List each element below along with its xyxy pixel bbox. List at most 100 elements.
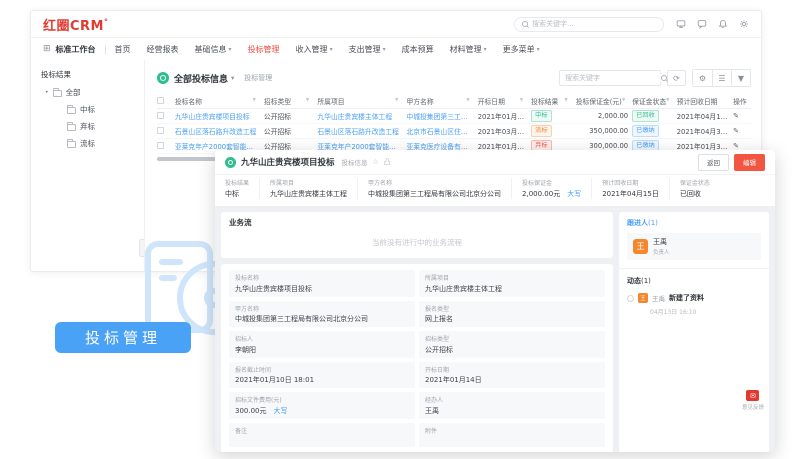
- bell-icon[interactable]: [718, 19, 728, 29]
- column-header-recover-date[interactable]: 预计回收日期: [677, 96, 733, 106]
- project-link[interactable]: 石景山区落石路升改造工程: [317, 126, 406, 136]
- field-value-link[interactable]: 九华山庄贵宾楼主体工程: [270, 189, 347, 199]
- tree-node-won[interactable]: 中标: [41, 104, 144, 115]
- table-row[interactable]: 九华山庄贵宾楼项目投标 公开招标 九华山庄贵宾楼主体工程 中城投集团第三工程局有…: [157, 109, 751, 124]
- followers-title[interactable]: 跟进人(1): [627, 218, 761, 228]
- row-checkbox[interactable]: [157, 112, 175, 121]
- field-value-link[interactable]: 中城投集团第三工程局有限公司北京分公司: [235, 314, 409, 324]
- field-label: 开标日期: [425, 365, 599, 374]
- brand-logo[interactable]: 红圈CRM°: [43, 15, 109, 34]
- chevron-down-icon: ▾: [383, 46, 386, 53]
- uppercase-link[interactable]: 大写: [567, 190, 581, 198]
- column-header-open-date[interactable]: 开标日期 ▼: [478, 96, 531, 106]
- list-search-input[interactable]: [565, 74, 661, 82]
- column-header-party[interactable]: 甲方名称▼: [406, 96, 477, 106]
- edit-button[interactable]: 编辑: [734, 154, 765, 171]
- column-header-bid-name[interactable]: 投标名称▼: [175, 96, 264, 106]
- feedback-widget[interactable]: ✉ 意见反馈: [742, 390, 764, 411]
- project-link[interactable]: 九华山庄贵宾楼主体工程: [317, 111, 406, 121]
- chevron-down-icon[interactable]: ▾: [231, 74, 234, 82]
- menu-item-cost-budget[interactable]: 成本预算: [402, 44, 434, 55]
- global-search[interactable]: [514, 17, 664, 32]
- filter-icon[interactable]: ▼: [520, 98, 528, 103]
- list-title[interactable]: 全部投标信息: [174, 72, 228, 85]
- column-header-project[interactable]: 所属项目▼: [317, 96, 406, 106]
- uppercase-link[interactable]: 大写: [274, 407, 288, 415]
- row-checkbox[interactable]: [157, 127, 175, 136]
- apps-grid-icon[interactable]: ⊞: [43, 44, 51, 54]
- folder-icon: [53, 90, 62, 97]
- filter-icon[interactable]: ▼: [622, 98, 630, 103]
- tree-node-all[interactable]: • 全部: [41, 87, 144, 98]
- message-icon[interactable]: [697, 19, 707, 29]
- menu-item-label: 收入管理: [296, 44, 328, 55]
- global-search-input[interactable]: [532, 20, 642, 28]
- field-value-link[interactable]: 王禹: [425, 406, 599, 416]
- menu-item-label: 支出管理: [349, 44, 381, 55]
- star-icon[interactable]: ☆: [373, 158, 379, 166]
- checkbox-icon: [157, 97, 164, 104]
- table-row[interactable]: 石景山区落石路升改造工程 公开招标 石景山区落石路升改造工程 北京市石景山区住房…: [157, 124, 751, 139]
- back-button[interactable]: 返回: [698, 154, 729, 171]
- filter-icon[interactable]: ▼: [306, 98, 314, 103]
- bid-name-link[interactable]: 石景山区落石路升改造工程: [175, 126, 264, 136]
- row-edit-button[interactable]: ✎: [733, 142, 751, 150]
- folder-icon: [67, 107, 76, 114]
- activity-item[interactable]: 王 王禹 新建了资料: [627, 293, 761, 303]
- list-search[interactable]: [559, 70, 661, 86]
- menu-item-home[interactable]: 首页: [115, 44, 131, 55]
- filter-icon[interactable]: ▼: [252, 98, 260, 103]
- row-edit-button[interactable]: ✎: [733, 127, 751, 135]
- select-all-checkbox[interactable]: [157, 97, 175, 104]
- menu-item-basic-info[interactable]: 基础信息▾: [195, 44, 232, 55]
- workbench-label[interactable]: 标准工作台: [56, 44, 96, 55]
- filter-icon[interactable]: ▼: [395, 98, 403, 103]
- menu-bar: ⊞ 标准工作台 首页 经营报表 基础信息▾ 投标管理 收入管理▾ 支出管理▾ 成…: [31, 38, 761, 60]
- menu-item-label: 更多菜单: [503, 44, 535, 55]
- refresh-icon: ⟳: [673, 74, 680, 83]
- column-header-deposit[interactable]: 投标保证金(元)▼: [576, 96, 632, 106]
- menu-item-reports[interactable]: 经营报表: [147, 44, 179, 55]
- column-header-result[interactable]: 投标结果▼: [531, 96, 576, 106]
- party-link[interactable]: 北京市石景山区住房和城...: [406, 126, 477, 136]
- column-header-deposit-status[interactable]: 保证金状态▼: [632, 96, 677, 106]
- summary-field-result: 投标结果 中标: [225, 178, 259, 199]
- result-badge: 中标: [531, 110, 551, 121]
- detail-title: 九华山庄贵宾楼项目投标: [241, 156, 335, 168]
- filter-icon[interactable]: ▼: [666, 98, 674, 103]
- row-edit-button[interactable]: ✎: [733, 112, 751, 120]
- top-bar: 红圈CRM°: [31, 11, 761, 38]
- follower-item[interactable]: 王 王禹 负责人: [627, 233, 761, 260]
- field-value-link[interactable]: 中城投集团第三工程局有限公司北京分公司: [368, 189, 501, 199]
- field-value: 中标: [225, 189, 249, 199]
- column-label: 预计回收日期: [677, 96, 718, 106]
- menu-item-bid-management[interactable]: 投标管理: [248, 44, 280, 55]
- gear-icon[interactable]: [739, 19, 749, 29]
- party-link[interactable]: 中城投集团第三工程局有...: [406, 111, 477, 121]
- refresh-button[interactable]: ⟳: [667, 70, 686, 86]
- menu-item-more[interactable]: 更多菜单▾: [503, 44, 540, 55]
- result-filter-sidebar: 投标结果 • 全部 中标 弃标 流标: [31, 60, 145, 272]
- bid-name-link[interactable]: 九华山庄贵宾楼项目投标: [175, 111, 264, 121]
- columns-button[interactable]: ☰: [712, 70, 731, 86]
- menu-item-income[interactable]: 收入管理▾: [296, 44, 333, 55]
- tree-node-failed[interactable]: 流标: [41, 138, 144, 149]
- row-checkbox[interactable]: [157, 142, 175, 151]
- column-label: 投标保证金(元): [576, 96, 622, 106]
- share-icon[interactable]: 凸: [384, 157, 391, 167]
- settings-button[interactable]: ⚙: [693, 70, 712, 86]
- column-header-tender-type[interactable]: 招标类型▼: [264, 96, 317, 106]
- menu-item-materials[interactable]: 材料管理▾: [450, 44, 487, 55]
- field-label: 投标名称: [235, 273, 409, 282]
- monitor-icon[interactable]: [676, 19, 686, 29]
- field-party: 甲方名称 中城投集团第三工程局有限公司北京分公司: [229, 301, 415, 328]
- filter-icon[interactable]: ▼: [466, 98, 474, 103]
- tree-node-abandoned[interactable]: 弃标: [41, 121, 144, 132]
- field-value-link[interactable]: 九华山庄贵宾楼主体工程: [425, 284, 599, 294]
- column-label: 开标日期: [478, 96, 505, 106]
- filter-icon[interactable]: ▼: [564, 98, 572, 103]
- breadcrumb: 投标管理: [244, 73, 272, 83]
- field-signup-type: 报名类型 网上报名: [419, 301, 605, 328]
- filter-button[interactable]: ▼: [731, 70, 750, 86]
- menu-item-expense[interactable]: 支出管理▾: [349, 44, 386, 55]
